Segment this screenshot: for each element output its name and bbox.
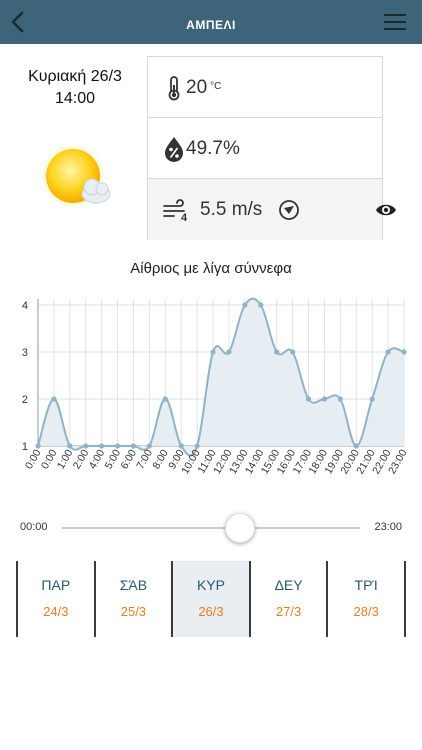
chart-point [305, 396, 312, 402]
thermometer-icon [168, 76, 180, 101]
chart-point [114, 443, 121, 449]
chart-point [162, 396, 168, 402]
temperature-unit: °C [210, 81, 222, 92]
day-tab-fri[interactable]: ΠΑΡ 24/3 [16, 561, 94, 637]
day-selector: ΠΑΡ 24/3 ΣΆΒ 25/3 ΚΥΡ 26/3 ΔΕΥ 27/3 ΤΡΊ … [16, 561, 406, 637]
temperature-row: 20 °C [148, 57, 382, 118]
slider-end-label: 23:00 [374, 521, 402, 533]
partly-cloudy-sun-icon [40, 143, 111, 209]
chart-point [321, 396, 328, 402]
chart-point [130, 443, 137, 449]
chart-y-tick-label: 1 [22, 441, 28, 453]
day-name: ΚΥΡ [196, 577, 225, 593]
time-slider[interactable]: 00:00 23:00 [0, 510, 422, 546]
day-date: 28/3 [353, 604, 379, 619]
chart-x-tick-label: 5:00 [103, 447, 124, 471]
chart-point [385, 349, 391, 355]
chart-y-tick-label: 2 [22, 394, 28, 406]
day-date: 24/3 [43, 604, 69, 619]
chart-point [210, 349, 216, 355]
chart-x-tick-label: 2:00 [71, 447, 92, 471]
chart-point [178, 443, 184, 449]
day-tab-tue[interactable]: ΤΡΊ 28/3 [326, 561, 406, 637]
wind-direction-icon [279, 200, 299, 220]
current-date: Κυριακή 26/3 [28, 68, 122, 85]
chart-x-tick-label: 1:00 [55, 447, 76, 471]
chart-point [369, 396, 375, 402]
day-name: ΤΡΊ [354, 577, 378, 593]
wind-speed-value: 5.5 m/s [200, 199, 263, 220]
chart-x-tick-label: 7:00 [134, 447, 155, 471]
chart-y-tick-label: 4 [22, 300, 28, 312]
day-tab-sat[interactable]: ΣΆΒ 25/3 [93, 561, 172, 637]
slider-thumb[interactable] [225, 513, 255, 543]
day-tab-sun[interactable]: ΚΥΡ 26/3 [171, 561, 249, 637]
humidity-drop-icon [165, 137, 183, 162]
chart-point [242, 302, 248, 308]
chart-x-tick-label: 0:00 [39, 447, 60, 471]
chart-x-tick-label: 6:00 [118, 447, 139, 471]
chart-y-tick-label: 3 [22, 347, 28, 359]
chart-point [83, 443, 89, 449]
current-time: 14:00 [54, 90, 96, 107]
hamburger-menu-icon[interactable] [384, 12, 410, 34]
chart-point [258, 302, 264, 308]
chart-x-tick-label: 4:00 [87, 447, 108, 471]
chart-x-tick-label: 8:00 [150, 447, 171, 471]
chart-point [290, 349, 296, 355]
chart-point [194, 443, 200, 449]
weather-condition-text: Αίθριος με λίγα σύννεφα [130, 260, 292, 277]
slider-track[interactable] [62, 527, 360, 529]
current-conditions-panel: 20 °C 49.7% 4 5.5 m/s [147, 56, 396, 240]
day-name: ΠΑΡ [41, 577, 71, 593]
chart-point [51, 396, 57, 402]
wind-row: 4 5.5 m/s [148, 179, 396, 240]
chart-point [99, 443, 105, 449]
svg-text:4: 4 [181, 212, 188, 223]
day-name: ΣΆΒ [119, 577, 148, 593]
chart-point [274, 349, 280, 355]
day-tab-mon[interactable]: ΔΕΥ 27/3 [248, 561, 327, 637]
day-date: 25/3 [120, 604, 147, 619]
day-name: ΔΕΥ [274, 577, 303, 593]
hourly-chart: 1234 0:000:001:002:004:005:006:007:008:0… [22, 297, 410, 476]
chart-point [35, 443, 41, 449]
chart-point [226, 349, 232, 355]
current-date-time: Κυριακή 26/3 14:00 [8, 66, 142, 110]
app-header: ΑΜΠΕΛΙ [0, 0, 422, 44]
humidity-value: 49.7% [186, 138, 240, 159]
wind-icon: 4 [163, 199, 188, 223]
chart-point [67, 443, 73, 449]
chart-point [146, 443, 152, 449]
chart-point [353, 443, 359, 449]
day-date: 27/3 [275, 604, 302, 619]
day-date: 26/3 [198, 604, 224, 619]
slider-start-label: 00:00 [20, 521, 48, 533]
humidity-row: 49.7% [148, 118, 382, 179]
chart-point [337, 396, 343, 402]
chart-point [401, 349, 407, 355]
page-title: ΑΜΠΕΛΙ [186, 18, 236, 32]
eye-icon[interactable] [375, 201, 397, 219]
temperature-value: 20 °C [186, 77, 222, 98]
